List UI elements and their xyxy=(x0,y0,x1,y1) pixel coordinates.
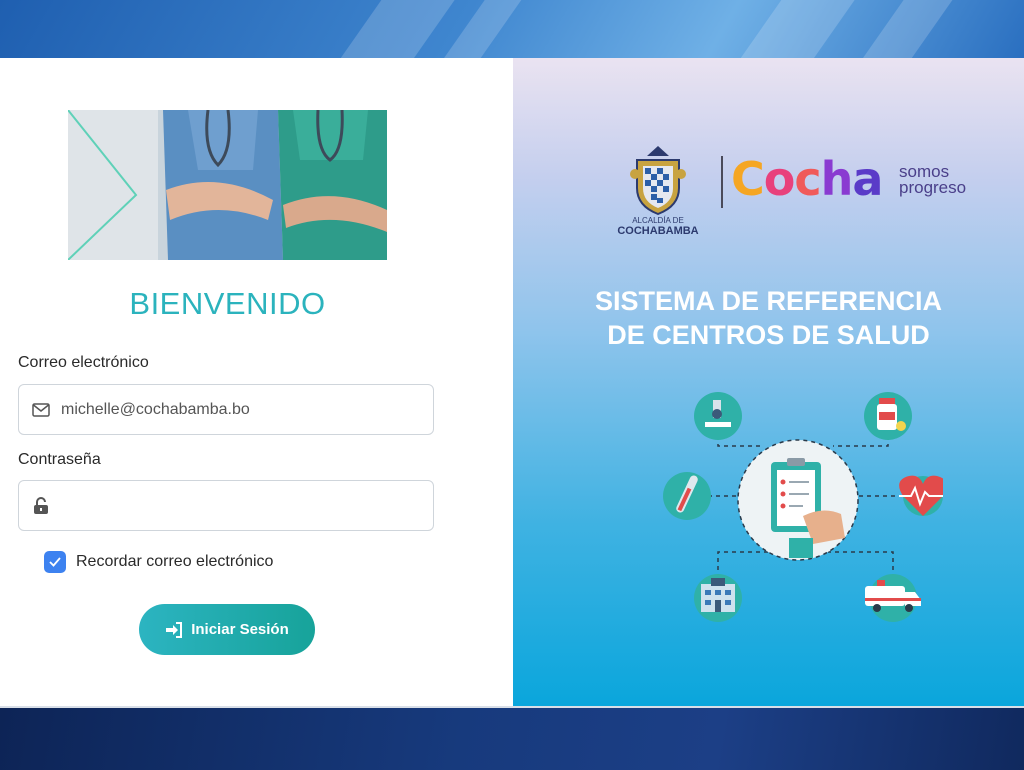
login-card: BIENVENIDO Correo electrónico Contraseña… xyxy=(0,58,1024,706)
logo-tagline: somos progreso xyxy=(899,162,967,197)
remember-checkbox[interactable] xyxy=(44,551,66,573)
check-icon xyxy=(49,557,61,567)
hospital-icon xyxy=(694,574,742,622)
envelope-icon xyxy=(21,402,61,417)
ambulance-icon xyxy=(865,574,921,622)
branding-panel: ALCALDÍA DE COCHABAMBA Cocha somos progr… xyxy=(513,58,1024,706)
health-network-illustration xyxy=(663,392,943,622)
login-panel: BIENVENIDO Correo electrónico Contraseña… xyxy=(0,58,513,706)
clipboard-icon xyxy=(737,439,859,561)
unlock-icon xyxy=(21,496,61,515)
login-button[interactable]: Iniciar Sesión xyxy=(139,604,315,655)
remember-label: Recordar correo electrónico xyxy=(76,553,274,570)
crest-caption: ALCALDÍA DE COCHABAMBA xyxy=(617,216,699,237)
password-input[interactable] xyxy=(61,496,433,515)
background-bottom xyxy=(0,706,1024,770)
sign-in-icon xyxy=(165,621,183,638)
password-label: Contraseña xyxy=(18,451,101,468)
welcome-title: BIENVENIDO xyxy=(129,286,326,321)
email-field[interactable] xyxy=(18,384,434,435)
medicine-bottle-icon xyxy=(864,392,912,440)
heartbeat-icon xyxy=(899,475,943,516)
thermometer-icon xyxy=(663,472,711,520)
cocha-logo: Cocha xyxy=(731,152,883,206)
microscope-icon xyxy=(694,392,742,440)
logo-area: ALCALDÍA DE COCHABAMBA Cocha somos progr… xyxy=(611,144,991,244)
login-button-label: Iniciar Sesión xyxy=(191,621,289,638)
email-label: Correo electrónico xyxy=(18,354,149,371)
logo-divider xyxy=(721,156,723,208)
medical-staff-photo xyxy=(68,110,387,260)
background-top xyxy=(0,0,1024,58)
remember-email[interactable]: Recordar correo electrónico xyxy=(44,551,273,573)
system-title: SISTEMA DE REFERENCIA DE CENTROS DE SALU… xyxy=(594,286,943,350)
password-field[interactable] xyxy=(18,480,434,531)
email-input[interactable] xyxy=(61,400,433,419)
crest-icon xyxy=(630,146,686,216)
